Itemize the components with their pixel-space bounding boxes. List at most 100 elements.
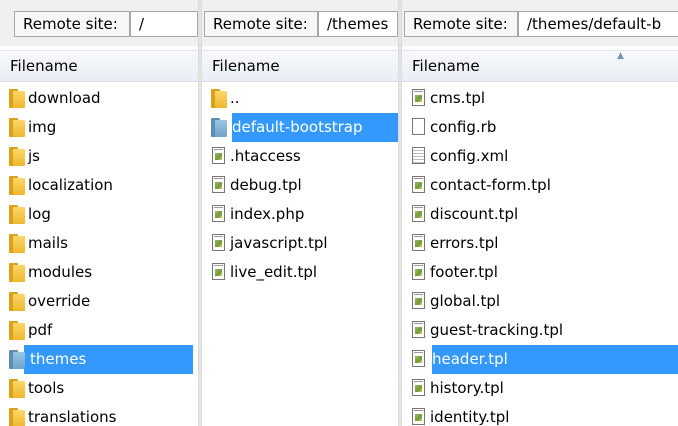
list-item[interactable]: img xyxy=(0,113,193,142)
list-item-label: download xyxy=(28,89,101,107)
remote-path-input[interactable]: /themes/default-b xyxy=(518,11,678,37)
filename-header-label: Filename xyxy=(10,57,78,75)
folder-icon xyxy=(7,175,25,196)
remote-site-label: Remote site: xyxy=(404,11,518,37)
template-file-icon xyxy=(209,262,227,283)
remote-path-input[interactable]: /themes xyxy=(318,11,398,37)
list-item-selected[interactable]: header.tpl xyxy=(412,345,678,374)
list-item-label: .. xyxy=(230,89,240,107)
list-item-label: override xyxy=(28,292,91,310)
list-item[interactable]: footer.tpl xyxy=(402,258,678,287)
template-file-icon xyxy=(209,175,227,196)
template-file-icon xyxy=(409,320,427,341)
list-item[interactable]: override xyxy=(0,287,193,316)
template-file-icon xyxy=(209,146,227,167)
remote-site-bar: Remote site: /themes xyxy=(202,0,398,46)
list-item-label: config.xml xyxy=(430,147,509,165)
list-item-selected[interactable]: default-bootstrap xyxy=(211,113,398,142)
folder-icon xyxy=(7,378,25,399)
list-item-label: cms.tpl xyxy=(430,89,486,107)
template-file-icon xyxy=(409,204,427,225)
folder-icon xyxy=(7,117,25,138)
list-item-label: log xyxy=(28,205,51,223)
filename-column-header[interactable]: Filename xyxy=(202,50,398,82)
list-item-label: localization xyxy=(28,176,113,194)
list-item[interactable]: javascript.tpl xyxy=(202,229,398,258)
list-item[interactable]: js xyxy=(0,142,193,171)
template-file-icon xyxy=(409,291,427,312)
remote-site-bar: Remote site: /themes/default-b xyxy=(402,0,678,46)
template-file-icon xyxy=(209,204,227,225)
folder-icon xyxy=(7,204,25,225)
filename-column-header[interactable]: Filename ▲ xyxy=(402,50,678,82)
list-item-label: discount.tpl xyxy=(430,205,519,223)
list-item-label: contact-form.tpl xyxy=(430,176,551,194)
folder-icon xyxy=(7,233,25,254)
list-item[interactable]: live_edit.tpl xyxy=(202,258,398,287)
template-file-icon xyxy=(409,349,427,370)
remote-panel-themes: Remote site: /themes Filename .. default-… xyxy=(202,0,398,426)
list-item-label: index.php xyxy=(230,205,305,223)
list-item[interactable]: index.php xyxy=(202,200,398,229)
list-item[interactable]: log xyxy=(0,200,193,229)
list-item-label: themes xyxy=(30,350,87,368)
list-item[interactable]: localization xyxy=(0,171,193,200)
list-item[interactable]: pdf xyxy=(0,316,193,345)
list-item-label: default-bootstrap xyxy=(232,118,363,136)
list-item-label: javascript.tpl xyxy=(230,234,328,252)
list-item-label: live_edit.tpl xyxy=(230,263,318,281)
list-item-label: mails xyxy=(28,234,68,252)
folder-icon xyxy=(7,407,25,426)
list-item[interactable]: .htaccess xyxy=(202,142,398,171)
list-item-label: js xyxy=(28,147,40,165)
list-item[interactable]: contact-form.tpl xyxy=(402,171,678,200)
list-item-label: history.tpl xyxy=(430,379,504,397)
template-file-icon xyxy=(409,88,427,109)
folder-icon xyxy=(209,88,227,109)
list-item[interactable]: translations xyxy=(0,403,193,426)
folder-open-icon xyxy=(7,349,25,370)
folder-icon xyxy=(7,146,25,167)
folder-open-icon xyxy=(209,117,227,138)
filename-header-label: Filename xyxy=(212,57,280,75)
list-item[interactable]: .. xyxy=(202,84,398,113)
remote-site-label: Remote site: xyxy=(14,11,130,37)
remote-panel-root: Remote site: / Filename download img js loc… xyxy=(0,0,198,426)
folder-icon xyxy=(7,262,25,283)
list-item[interactable]: config.rb xyxy=(402,113,678,142)
list-item[interactable]: guest-tracking.tpl xyxy=(402,316,678,345)
list-item[interactable]: discount.tpl xyxy=(402,200,678,229)
list-item[interactable]: errors.tpl xyxy=(402,229,678,258)
list-item[interactable]: global.tpl xyxy=(402,287,678,316)
list-item[interactable]: history.tpl xyxy=(402,374,678,403)
list-item-selected[interactable]: themes xyxy=(9,345,193,374)
sort-ascending-icon: ▲ xyxy=(617,51,624,61)
remote-site-bar: Remote site: / xyxy=(0,0,198,46)
list-item[interactable]: cms.tpl xyxy=(402,84,678,113)
template-file-icon xyxy=(409,233,427,254)
template-file-icon xyxy=(409,262,427,283)
list-item[interactable]: mails xyxy=(0,229,193,258)
template-file-icon xyxy=(409,378,427,399)
list-item-label: footer.tpl xyxy=(430,263,498,281)
list-item[interactable]: identity.tpl xyxy=(402,403,678,426)
list-item-label: global.tpl xyxy=(430,292,501,310)
list-item-label: config.rb xyxy=(430,118,497,136)
list-item-label: errors.tpl xyxy=(430,234,499,252)
list-item[interactable]: debug.tpl xyxy=(202,171,398,200)
template-file-icon xyxy=(409,407,427,426)
list-item[interactable]: tools xyxy=(0,374,193,403)
list-item-label: modules xyxy=(28,263,93,281)
list-item-label: .htaccess xyxy=(230,147,301,165)
folder-icon xyxy=(7,88,25,109)
template-file-icon xyxy=(409,175,427,196)
folder-icon xyxy=(7,291,25,312)
list-item[interactable]: download xyxy=(0,84,193,113)
list-item-label: guest-tracking.tpl xyxy=(430,321,564,339)
filename-column-header[interactable]: Filename xyxy=(0,50,198,82)
list-item[interactable]: modules xyxy=(0,258,193,287)
remote-path-input[interactable]: / xyxy=(130,11,198,37)
list-item[interactable]: config.xml xyxy=(402,142,678,171)
list-item-label: translations xyxy=(28,408,117,426)
template-file-icon xyxy=(209,233,227,254)
